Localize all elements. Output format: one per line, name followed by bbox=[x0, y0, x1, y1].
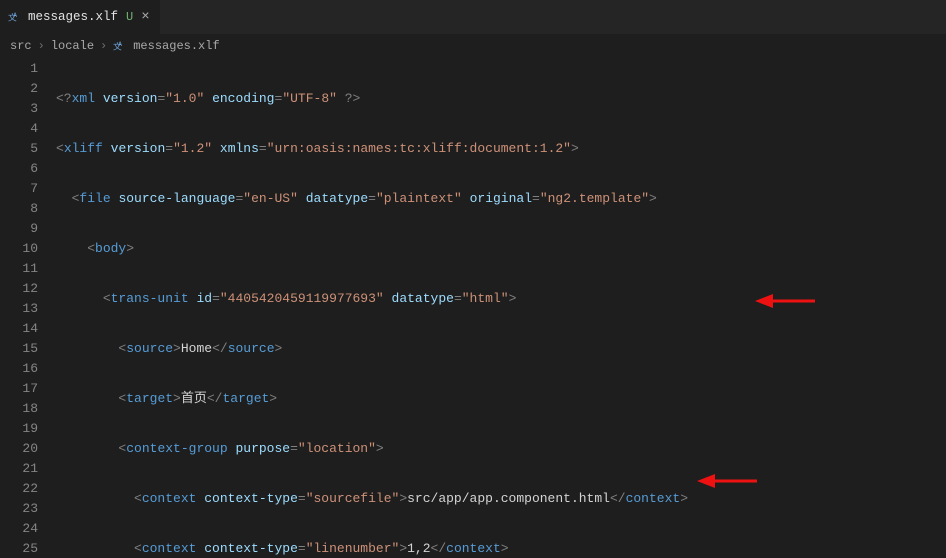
annotation-arrow-icon bbox=[650, 457, 710, 475]
code-line[interactable]: <target>首页</target> bbox=[56, 389, 946, 409]
code-line[interactable]: <?xml version="1.0" encoding="UTF-8" ?> bbox=[56, 89, 946, 109]
code-line[interactable]: <context context-type="linenumber">1,2</… bbox=[56, 539, 946, 558]
editor-tab[interactable]: 文A messages.xlf U × bbox=[0, 0, 160, 34]
tab-filename: messages.xlf bbox=[28, 10, 118, 24]
breadcrumb-seg[interactable]: src bbox=[10, 39, 32, 53]
code-line[interactable]: <source>Home</source> bbox=[56, 339, 946, 359]
chevron-right-icon: › bbox=[38, 39, 45, 53]
line-number-gutter: 1234567891011121314151617181920212223242… bbox=[0, 57, 56, 558]
chevron-right-icon: › bbox=[100, 39, 107, 53]
language-icon: 文A bbox=[8, 10, 22, 24]
breadcrumb-seg[interactable]: locale bbox=[51, 39, 94, 53]
code-line[interactable]: <xliff version="1.2" xmlns="urn:oasis:na… bbox=[56, 139, 946, 159]
code-line[interactable]: <body> bbox=[56, 239, 946, 259]
close-icon[interactable]: × bbox=[139, 9, 151, 25]
tab-git-status: U bbox=[124, 10, 133, 24]
svg-text:A: A bbox=[13, 12, 17, 19]
breadcrumb[interactable]: src › locale › 文A messages.xlf bbox=[0, 35, 946, 57]
tab-bar: 文A messages.xlf U × bbox=[0, 0, 946, 35]
code-line[interactable]: <context-group purpose="location"> bbox=[56, 439, 946, 459]
editor[interactable]: 1234567891011121314151617181920212223242… bbox=[0, 57, 946, 558]
code-line[interactable]: <file source-language="en-US" datatype="… bbox=[56, 189, 946, 209]
code-line[interactable]: <context context-type="sourcefile">src/a… bbox=[56, 489, 946, 509]
breadcrumb-seg[interactable]: messages.xlf bbox=[133, 39, 219, 53]
svg-text:A: A bbox=[118, 41, 122, 48]
annotation-arrow-icon bbox=[708, 277, 768, 295]
code-area[interactable]: <?xml version="1.0" encoding="UTF-8" ?> … bbox=[56, 57, 946, 558]
language-icon: 文A bbox=[113, 39, 127, 53]
